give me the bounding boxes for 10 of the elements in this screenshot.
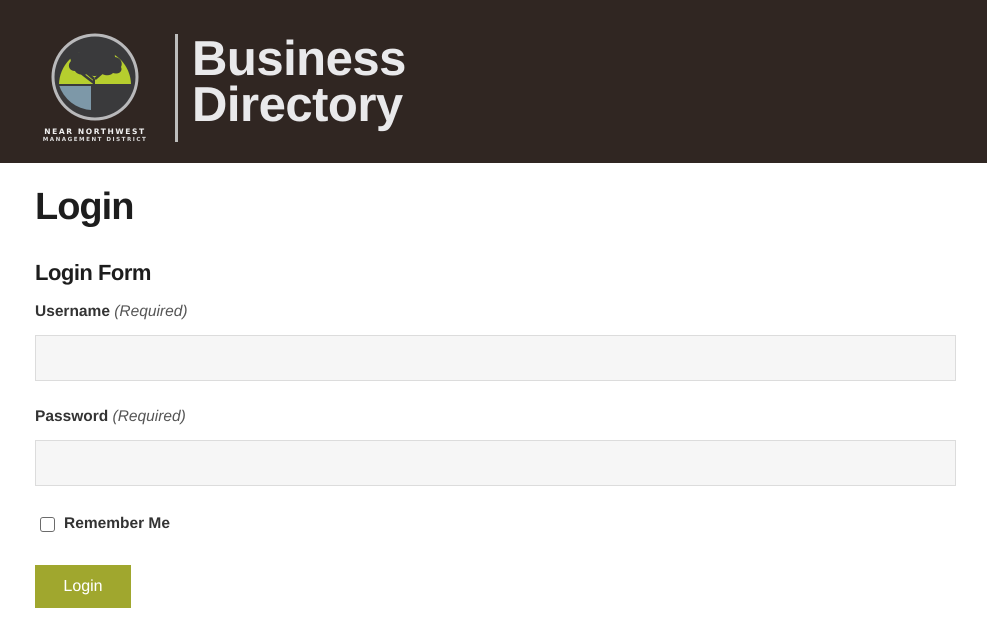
site-title: Business	[192, 36, 406, 82]
form-title: Login Form	[35, 259, 152, 287]
input-field[interactable]	[35, 440, 956, 486]
input-field[interactable]	[35, 335, 956, 381]
page-title: Login	[35, 185, 134, 230]
checkbox[interactable]	[40, 516, 55, 532]
tree-logo-icon[interactable]	[51, 33, 139, 121]
field-label: Username (Required)	[35, 302, 188, 322]
field-label: Password (Required)	[35, 407, 186, 427]
checkbox-label[interactable]: Remember Me	[64, 513, 170, 535]
